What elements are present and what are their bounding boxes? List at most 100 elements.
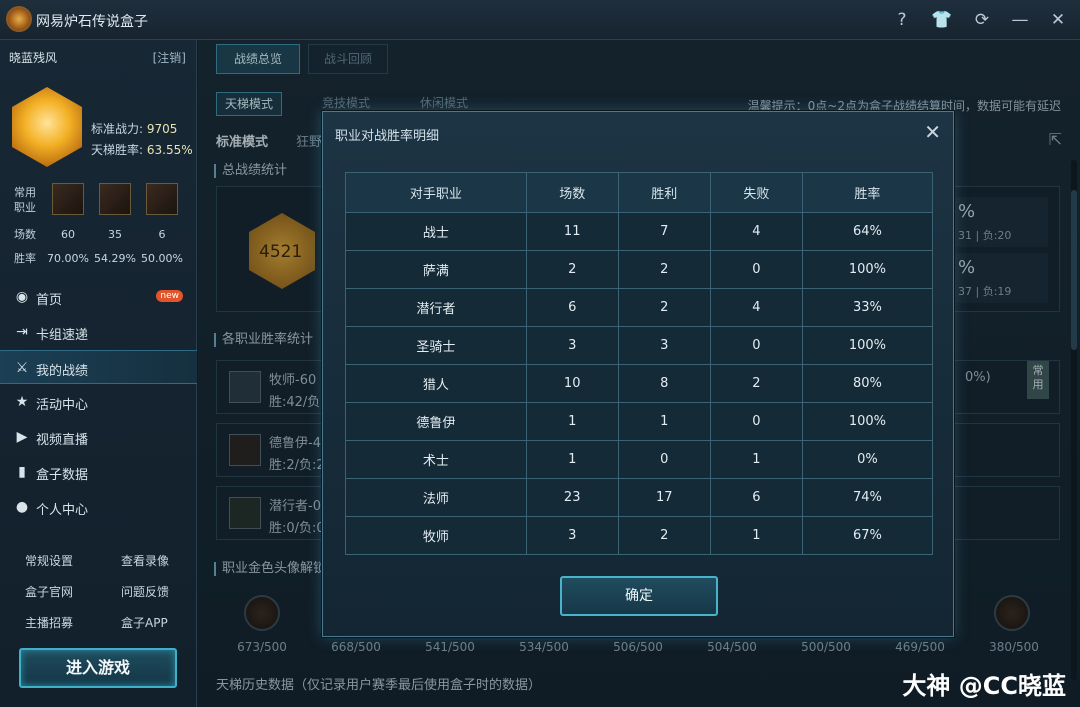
nav-label: 首页	[36, 293, 63, 308]
games-label: 场数	[14, 228, 36, 241]
nav-label: 盒子数据	[36, 468, 89, 483]
star-icon: ★	[15, 394, 29, 410]
table-cell: 6	[525, 288, 619, 327]
nav-label: 我的战绩	[36, 364, 89, 379]
replays-link[interactable]: 查看录像	[121, 552, 169, 569]
official-site-link[interactable]: 盒子官网	[25, 583, 73, 600]
table-cell: 7	[617, 212, 711, 251]
table-cell: 猎人	[345, 364, 527, 403]
nav-my-record[interactable]: ⚔ 我的战绩	[0, 350, 197, 384]
nav-profile[interactable]: ● 个人中心	[0, 490, 197, 524]
table-cell: 2	[617, 288, 711, 327]
priest-class-icon[interactable]	[52, 183, 84, 215]
column-header: 对手职业	[345, 172, 527, 213]
table-cell: 萨满	[345, 250, 527, 289]
class-games: 60	[61, 228, 75, 241]
rogue-class-icon[interactable]	[146, 183, 178, 215]
refresh-icon[interactable]: ⟳	[970, 8, 994, 32]
table-cell: 6	[709, 478, 803, 517]
video-icon: ▶	[16, 429, 28, 445]
minimize-icon[interactable]: —	[1008, 8, 1032, 32]
crossed-swords-icon: ⚔	[15, 360, 29, 376]
class-winrate: 70.00%	[47, 252, 89, 265]
table-cell: 0	[709, 250, 803, 289]
table-cell: 战士	[345, 212, 527, 251]
table-cell: 法师	[345, 478, 527, 517]
class-winrate: 54.29%	[94, 252, 136, 265]
table-cell: 8	[617, 364, 711, 403]
table-cell: 圣骑士	[345, 326, 527, 365]
confirm-button[interactable]: 确定	[560, 576, 718, 616]
nav-label: 卡组速递	[36, 328, 89, 343]
table-cell: 1	[617, 402, 711, 441]
logout-link[interactable]: [注销]	[153, 49, 186, 66]
matchup-table: 对手职业 场数 胜利 失败 胜率 战士 11 7 4 64% 萨满 2 2 0 100% 潜行者 6 2…	[345, 172, 934, 555]
table-cell: 33%	[801, 288, 934, 327]
table-cell: 3	[617, 326, 711, 365]
close-icon[interactable]: ✕	[924, 120, 941, 144]
table-cell: 0%	[801, 440, 934, 479]
table-cell: 潜行者	[345, 288, 527, 327]
table-cell: 4	[709, 288, 803, 327]
close-icon[interactable]: ✕	[1046, 8, 1070, 32]
nav-events[interactable]: ★ 活动中心	[0, 385, 197, 419]
nav-video[interactable]: ▶ 视频直播	[0, 420, 197, 454]
table-cell: 3	[525, 326, 619, 365]
rank-badge-icon	[12, 87, 82, 167]
druid-class-icon[interactable]	[99, 183, 131, 215]
nav-home[interactable]: ◉ 首页 new	[0, 280, 197, 314]
table-cell: 2	[709, 364, 803, 403]
table-row: 猎人 10 8 2 80%	[345, 364, 934, 403]
table-cell: 23	[525, 478, 619, 517]
nav-label: 活动中心	[36, 398, 89, 413]
column-header: 失败	[709, 172, 803, 213]
class-matchup-dialog: 职业对战胜率明细 ✕ 对手职业 场数 胜利 失败 胜率 战士 11 7 4 64% 萨满 2…	[322, 111, 954, 637]
table-cell: 1	[709, 516, 803, 555]
class-winrate: 50.00%	[141, 252, 183, 265]
nav-box-data[interactable]: ▮ 盒子数据	[0, 455, 197, 489]
column-header: 场数	[525, 172, 619, 213]
common-class-label: 常用 职业	[14, 186, 36, 214]
bar-chart-icon: ▮	[18, 464, 26, 480]
feedback-link[interactable]: 问题反馈	[121, 583, 169, 600]
settings-link[interactable]: 常规设置	[25, 552, 73, 569]
enter-game-button[interactable]: 进入游戏	[19, 648, 177, 688]
table-cell: 2	[617, 516, 711, 555]
table-cell: 74%	[801, 478, 934, 517]
watermark-text: 大神 @CC晓蓝	[902, 672, 1066, 700]
username: 晓蓝残风	[9, 51, 58, 65]
column-header: 胜率	[801, 172, 934, 213]
table-row: 法师 23 17 6 74%	[345, 478, 934, 517]
deck-icon: ⇥	[16, 324, 28, 340]
power-stat: 标准战力: 9705	[91, 122, 178, 136]
box-app-link[interactable]: 盒子APP	[121, 614, 168, 631]
table-cell: 80%	[801, 364, 934, 403]
table-cell: 1	[709, 440, 803, 479]
streamer-recruit-link[interactable]: 主播招募	[25, 614, 73, 631]
table-cell: 1	[525, 440, 619, 479]
nav-deck-express[interactable]: ⇥ 卡组速递	[0, 315, 197, 349]
table-row: 德鲁伊 1 1 0 100%	[345, 402, 934, 441]
table-header-row: 对手职业 场数 胜利 失败 胜率	[345, 172, 934, 213]
help-icon[interactable]: ?	[890, 8, 914, 32]
table-cell: 德鲁伊	[345, 402, 527, 441]
skin-icon[interactable]: 👕	[930, 8, 954, 32]
home-icon: ◉	[15, 289, 29, 305]
table-cell: 100%	[801, 250, 934, 289]
class-games: 35	[108, 228, 122, 241]
table-cell: 4	[709, 212, 803, 251]
nav-label: 视频直播	[36, 433, 89, 448]
table-cell: 0	[617, 440, 711, 479]
table-cell: 100%	[801, 326, 934, 365]
table-row: 萨满 2 2 0 100%	[345, 250, 934, 289]
sidebar: 晓蓝残风 [注销] 标准战力: 9705 天梯胜率: 63.55% 常用 职业 …	[0, 40, 197, 707]
table-cell: 11	[525, 212, 619, 251]
table-cell: 17	[617, 478, 711, 517]
ladder-winrate-stat: 天梯胜率: 63.55%	[91, 143, 193, 157]
table-cell: 2	[617, 250, 711, 289]
hearthstone-logo-icon	[6, 6, 32, 32]
column-header: 胜利	[617, 172, 711, 213]
winrate-label: 胜率	[14, 252, 36, 265]
table-cell: 64%	[801, 212, 934, 251]
class-games: 6	[158, 228, 166, 241]
